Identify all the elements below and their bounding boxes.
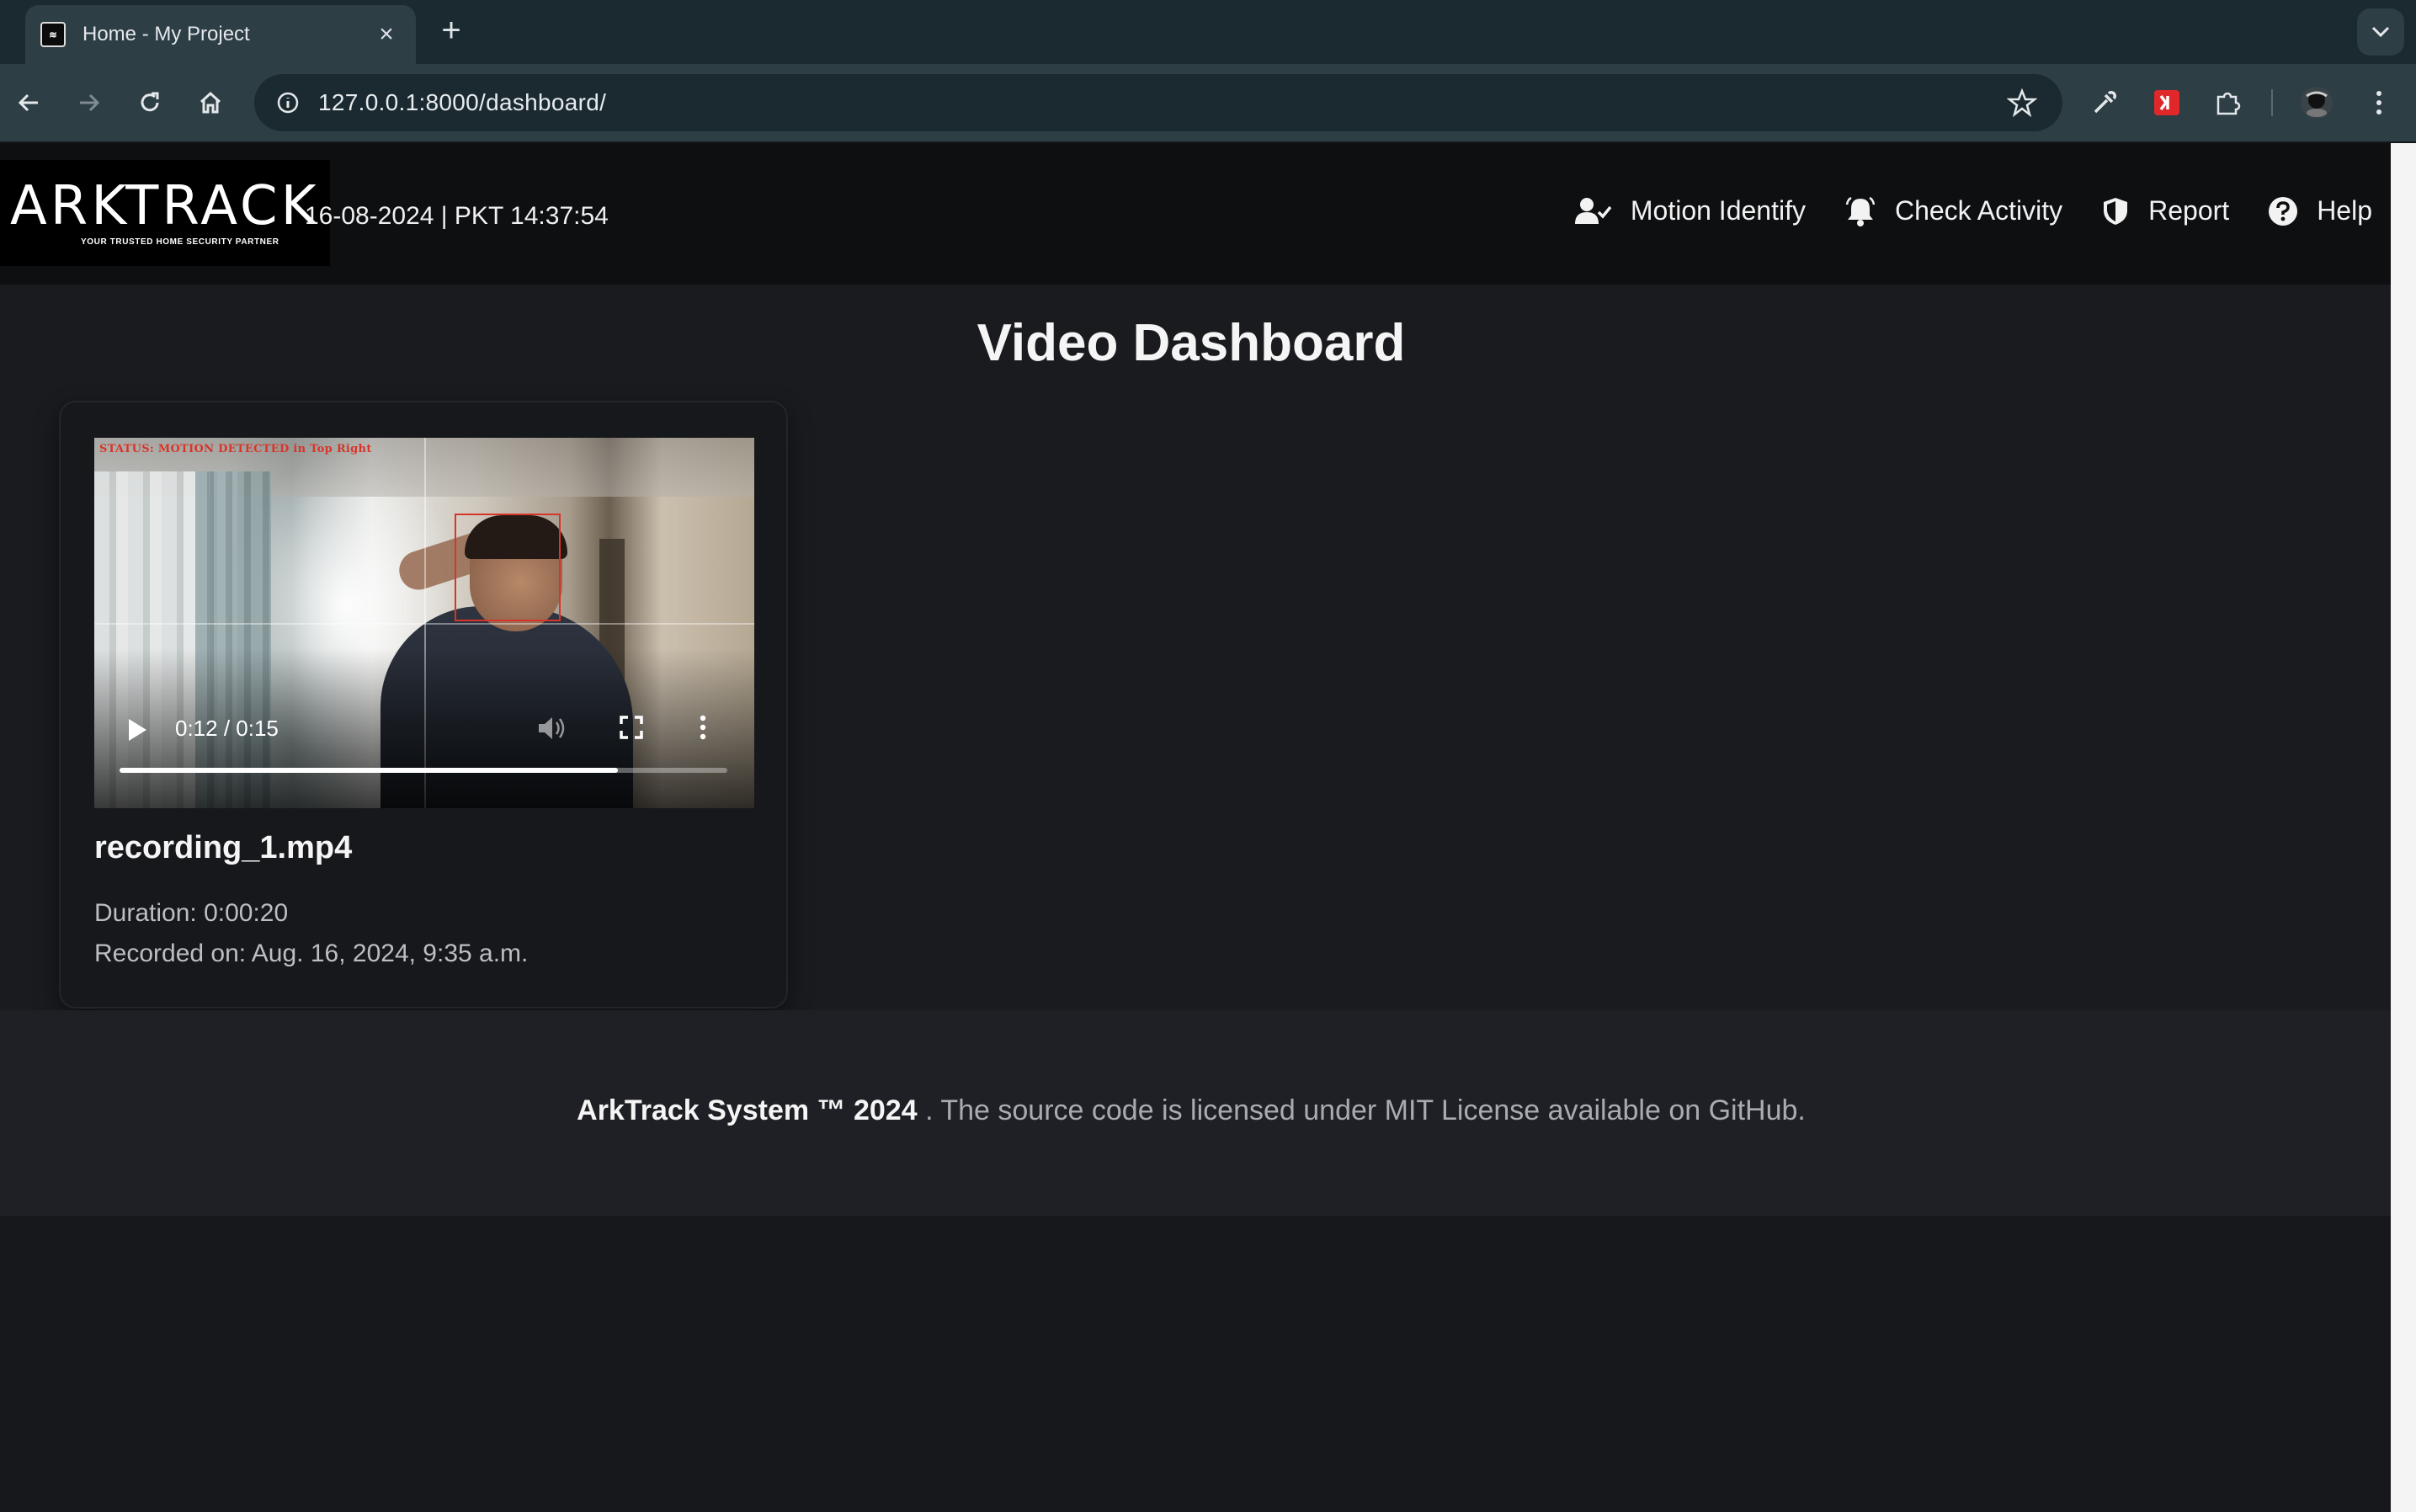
browser-tab[interactable]: ≋ Home - My Project × (25, 5, 416, 64)
reload-button[interactable] (130, 83, 170, 123)
logo[interactable]: ARKTRACK YOUR TRUSTED HOME SECURITY PART… (0, 160, 330, 266)
bell-icon (1845, 196, 1876, 226)
footer-text: ArkTrack System ™ 2024 . The source code… (0, 1094, 2382, 1127)
site-footer: ArkTrack System ™ 2024 . The source code… (0, 1010, 2391, 1216)
nav-label: Report (2148, 195, 2230, 226)
site-info-icon[interactable] (276, 91, 300, 114)
video-options-icon[interactable] (699, 714, 707, 741)
site-header: ARKTRACK YOUR TRUSTED HOME SECURITY PART… (0, 143, 2391, 285)
forward-button[interactable] (69, 83, 109, 123)
video-progress-fill (120, 768, 619, 773)
fullscreen-icon[interactable] (620, 716, 643, 739)
tab-search-button[interactable] (2357, 8, 2404, 56)
user-check-icon (1574, 197, 1612, 224)
arrow-left-icon (18, 93, 38, 112)
video-card: STATUS: MOTION DETECTED in Top Right 0:1… (59, 401, 788, 1009)
page-scrollbar[interactable] (2391, 143, 2416, 1512)
reload-icon (141, 92, 159, 112)
bookmark-star-icon[interactable] (2007, 88, 2037, 118)
nav-help[interactable]: Help (2268, 195, 2372, 226)
video-duration: Duration: 0:00:20 (94, 899, 289, 927)
video-filename: recording_1.mp4 (94, 830, 353, 865)
back-button[interactable] (8, 83, 49, 123)
red-extension-button[interactable] (2147, 83, 2187, 123)
arrow-right-icon (80, 93, 100, 112)
nav-label: Help (2317, 195, 2372, 226)
browser-tabstrip: ≋ Home - My Project × + (0, 0, 2416, 64)
chevron-down-icon (2371, 26, 2390, 38)
tab-title: Home - My Project (82, 23, 250, 45)
toolbar-separator (2271, 89, 2273, 116)
kebab-menu-icon (2376, 91, 2381, 114)
motion-bounding-box (455, 514, 561, 621)
question-circle-icon (2269, 196, 2298, 226)
url-text: 127.0.0.1:8000/dashboard/ (318, 89, 607, 115)
main-nav: Motion Identify Check Activity Report He… (1536, 195, 2372, 226)
video-time: 0:12 / 0:15 (175, 716, 279, 741)
datetime-display: 16-08-2024 | PKT 14:37:54 (305, 202, 609, 230)
logo-tagline: YOUR TRUSTED HOME SECURITY PARTNER (81, 237, 279, 247)
zone-grid-horizontal (94, 623, 754, 625)
browser-toolbar: 127.0.0.1:8000/dashboard/ (0, 64, 2416, 141)
eyedropper-icon (2094, 91, 2116, 114)
home-button[interactable] (190, 83, 231, 123)
nav-report[interactable]: Report (2101, 195, 2229, 226)
video-player[interactable]: STATUS: MOTION DETECTED in Top Right 0:1… (94, 438, 754, 808)
new-tab-button[interactable]: + (434, 12, 468, 49)
page-viewport: ARKTRACK YOUR TRUSTED HOME SECURITY PART… (0, 143, 2391, 1512)
play-icon[interactable] (126, 717, 148, 743)
close-tab-icon[interactable]: × (372, 20, 401, 49)
nav-check-activity[interactable]: Check Activity (1844, 195, 2062, 226)
extensions-button[interactable] (2207, 83, 2248, 123)
motion-status-overlay: STATUS: MOTION DETECTED in Top Right (99, 443, 372, 455)
video-progress-bar[interactable] (120, 768, 727, 773)
eyedropper-extension-button[interactable] (2084, 83, 2125, 123)
puzzle-icon (2216, 92, 2241, 115)
profile-button[interactable] (2296, 83, 2337, 123)
nav-motion-identify[interactable]: Motion Identify (1574, 195, 1806, 226)
footer-brand: ArkTrack System ™ 2024 (577, 1094, 918, 1126)
favicon-icon: ≋ (40, 22, 66, 47)
home-icon (200, 91, 221, 114)
video-recorded-on: Recorded on: Aug. 16, 2024, 9:35 a.m. (94, 940, 529, 967)
shield-icon (2104, 197, 2128, 225)
page-title: Video Dashboard (977, 314, 1406, 372)
extension-logo-icon (2154, 90, 2179, 115)
main-content: Video Dashboard STATUS: MOTION DETECTED … (0, 285, 2391, 1010)
logo-text: ARKTRACK (10, 175, 320, 237)
avatar-icon (2301, 87, 2333, 119)
nav-label: Check Activity (1894, 195, 2063, 226)
volume-icon[interactable] (537, 714, 569, 743)
nav-label: Motion Identify (1630, 195, 1806, 226)
browser-menu-button[interactable] (2359, 83, 2399, 123)
footer-license: . The source code is licensed under MIT … (925, 1094, 1806, 1126)
address-bar[interactable]: 127.0.0.1:8000/dashboard/ (254, 74, 2062, 131)
